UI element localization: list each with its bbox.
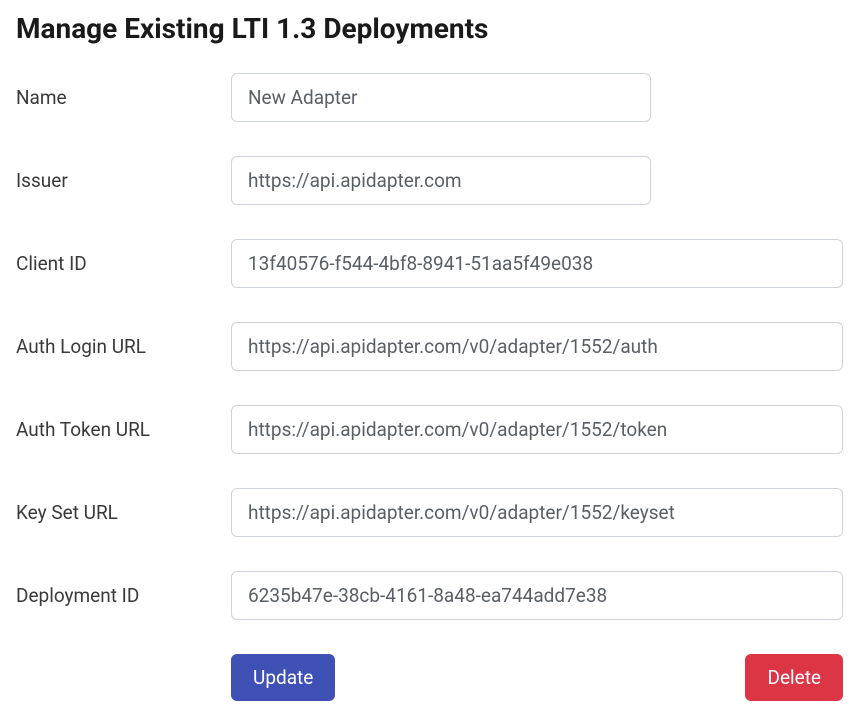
- issuer-row: Issuer: [16, 156, 843, 205]
- deployment-id-input[interactable]: [231, 571, 843, 620]
- name-row: Name: [16, 73, 843, 122]
- issuer-input[interactable]: [231, 156, 651, 205]
- name-label: Name: [16, 86, 231, 109]
- auth-token-url-label: Auth Token URL: [16, 418, 231, 441]
- name-input[interactable]: [231, 73, 651, 122]
- key-set-url-row: Key Set URL: [16, 488, 843, 537]
- issuer-label: Issuer: [16, 169, 231, 192]
- auth-login-url-input[interactable]: [231, 322, 843, 371]
- client-id-label: Client ID: [16, 252, 231, 275]
- deployment-id-label: Deployment ID: [16, 584, 231, 607]
- auth-login-url-row: Auth Login URL: [16, 322, 843, 371]
- delete-button[interactable]: Delete: [745, 654, 843, 701]
- client-id-row: Client ID: [16, 239, 843, 288]
- deployment-id-row: Deployment ID: [16, 571, 843, 620]
- page-title: Manage Existing LTI 1.3 Deployments: [16, 12, 843, 45]
- auth-token-url-input[interactable]: [231, 405, 843, 454]
- key-set-url-label: Key Set URL: [16, 501, 231, 524]
- auth-token-url-row: Auth Token URL: [16, 405, 843, 454]
- client-id-input[interactable]: [231, 239, 843, 288]
- key-set-url-input[interactable]: [231, 488, 843, 537]
- auth-login-url-label: Auth Login URL: [16, 335, 231, 358]
- update-button[interactable]: Update: [231, 654, 335, 701]
- button-row: Update Delete: [16, 654, 843, 701]
